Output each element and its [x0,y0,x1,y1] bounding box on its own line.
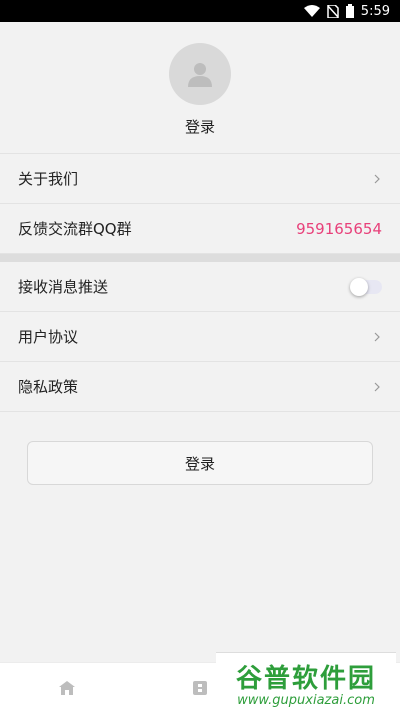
menu-privacy-policy[interactable]: 隐私政策 [0,362,400,412]
profile-header[interactable]: 登录 [0,22,400,154]
menu-push-notifications: 接收消息推送 [0,262,400,312]
no-sim-icon [327,4,339,18]
profile-login-label[interactable]: 登录 [185,116,215,137]
menu-about-us-label: 关于我们 [18,170,79,188]
menu-feedback-qq-group[interactable]: 反馈交流群QQ群 959165654 [0,204,400,254]
menu-push-label: 接收消息推送 [18,278,109,296]
menu-user-agreement-label: 用户协议 [18,328,79,346]
home-icon [58,680,75,695]
login-button[interactable]: 登录 [27,441,373,485]
watermark-logo: 谷普软件园 www.gupuxiazai.com [216,652,396,712]
chevron-right-icon [372,330,382,344]
tab-home[interactable] [0,663,133,712]
menu-about-us[interactable]: 关于我们 [0,154,400,204]
battery-icon [345,4,354,18]
wifi-icon [303,5,320,17]
menu-user-agreement[interactable]: 用户协议 [0,312,400,362]
section-divider [0,254,400,262]
toggle-knob [350,277,368,296]
ticket-icon [192,680,207,695]
user-icon [188,63,212,87]
menu-feedback-label: 反馈交流群QQ群 [18,220,132,238]
avatar[interactable] [169,43,231,105]
chevron-right-icon [372,380,382,394]
status-bar: 5:59 [0,0,400,22]
menu-privacy-label: 隐私政策 [18,378,79,396]
push-notification-toggle[interactable] [350,277,382,296]
watermark-title: 谷普软件园 [235,663,376,694]
watermark-url: www.gupuxiazai.com [237,692,375,708]
qq-group-number: 959165654 [296,219,382,238]
chevron-right-icon [372,172,382,186]
status-time: 5:59 [360,3,390,19]
